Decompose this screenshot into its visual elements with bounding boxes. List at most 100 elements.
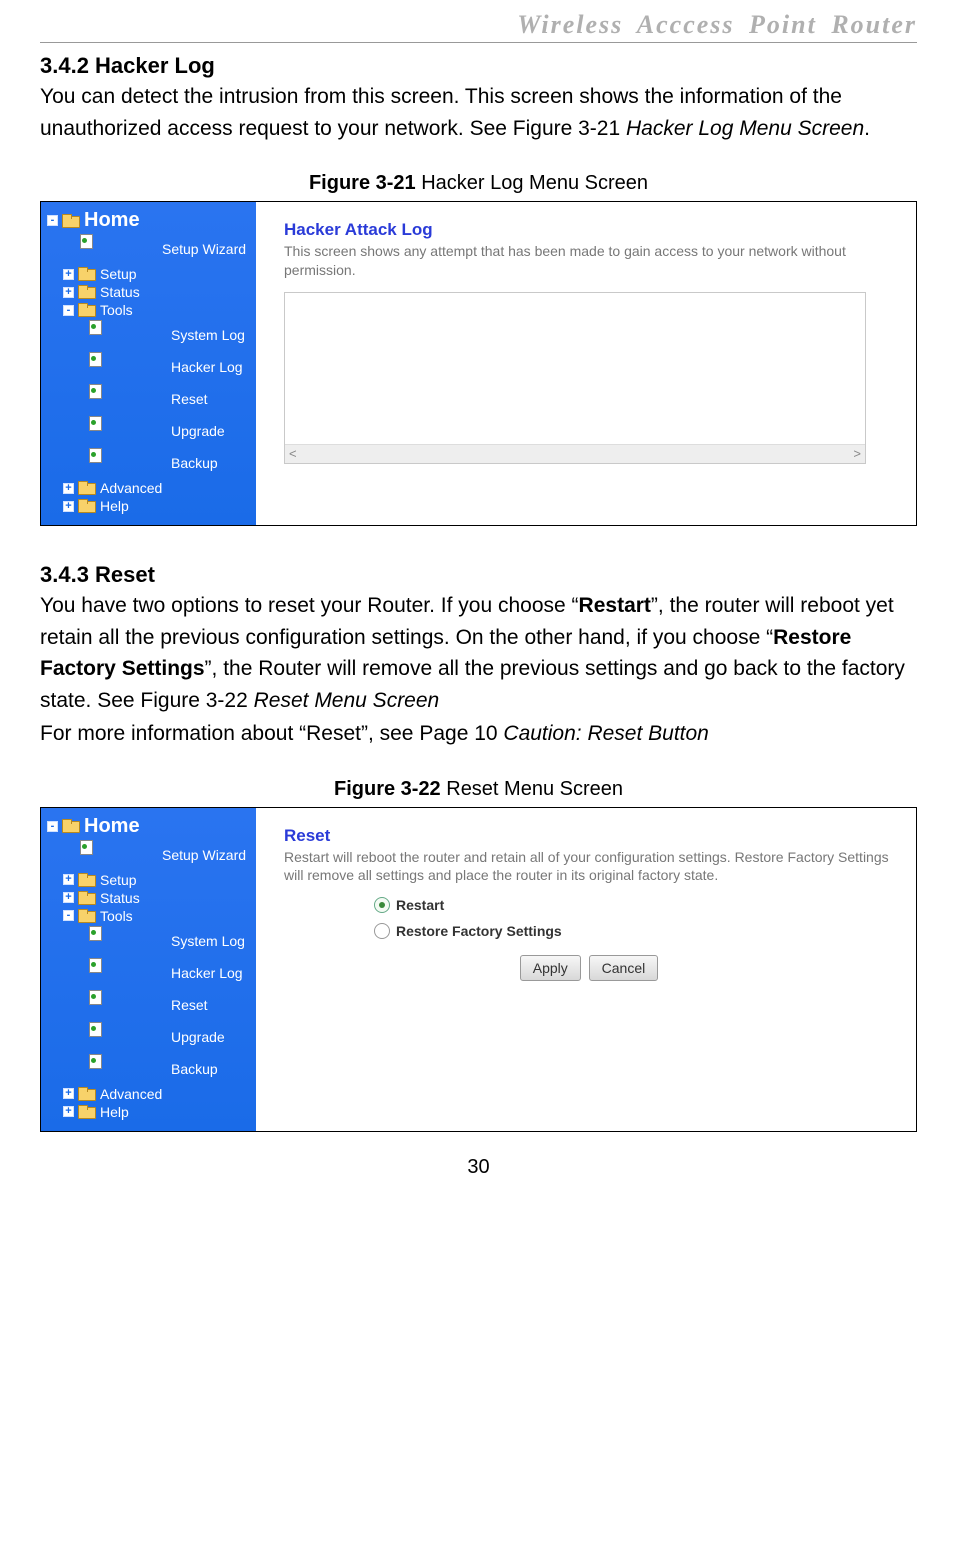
- sidebar-item-advanced[interactable]: + Advanced: [41, 1085, 256, 1103]
- sidebar-item-system-log[interactable]: System Log: [41, 925, 256, 957]
- figure1-sidebar: - Home Setup Wizard + Setup + Status -: [41, 202, 256, 525]
- sidebar-item-backup[interactable]: Backup: [41, 447, 256, 479]
- sidebar-item-advanced[interactable]: + Advanced: [41, 479, 256, 497]
- page-header: Wireless Acccess Point Router: [40, 10, 917, 43]
- sidebar-item-label: Backup: [171, 455, 218, 471]
- figure2-caption: Figure 3-22 Reset Menu Screen: [40, 778, 917, 801]
- folder-icon: [78, 499, 96, 513]
- sidebar-item-reset[interactable]: Reset: [41, 383, 256, 415]
- expand-icon[interactable]: +: [63, 269, 74, 280]
- expand-icon[interactable]: +: [63, 874, 74, 885]
- page-icon: [78, 840, 158, 870]
- sidebar-item-label: Help: [100, 1104, 129, 1120]
- figure1-caption-bold: Figure 3-21: [309, 172, 416, 194]
- sidebar-item-setup[interactable]: + Setup: [41, 871, 256, 889]
- sidebar-item-status[interactable]: + Status: [41, 283, 256, 301]
- sidebar-item-label: Tools: [100, 302, 133, 318]
- page-icon: [87, 990, 167, 1020]
- panel-title: Hacker Attack Log: [284, 220, 894, 240]
- page-icon: [87, 320, 167, 350]
- sidebar-item-upgrade[interactable]: Upgrade: [41, 1021, 256, 1053]
- page-icon: [87, 384, 167, 414]
- radio-unchecked-icon[interactable]: [374, 923, 390, 939]
- sidebar-item-tools[interactable]: - Tools: [41, 301, 256, 319]
- radio-label: Restart: [396, 897, 444, 913]
- sidebar-item-help[interactable]: + Help: [41, 1103, 256, 1121]
- sidebar-item-tools[interactable]: - Tools: [41, 907, 256, 925]
- sidebar-item-setup-wizard[interactable]: Setup Wizard: [41, 839, 256, 871]
- text-italic: Hacker Log Menu Screen: [626, 117, 864, 140]
- expand-icon[interactable]: +: [63, 1088, 74, 1099]
- text-bold: Restart: [579, 594, 651, 617]
- figure2-sidebar: - Home Setup Wizard + Setup + Status -: [41, 808, 256, 1131]
- figure1-screenshot: - Home Setup Wizard + Setup + Status -: [40, 201, 917, 526]
- text: For more information about “Reset”, see …: [40, 722, 503, 745]
- scrollbar[interactable]: < >: [285, 444, 865, 463]
- sidebar-item-upgrade[interactable]: Upgrade: [41, 415, 256, 447]
- expand-icon[interactable]: +: [63, 501, 74, 512]
- collapse-icon[interactable]: -: [63, 910, 74, 921]
- expand-icon[interactable]: +: [63, 892, 74, 903]
- scroll-left-icon[interactable]: <: [289, 446, 297, 461]
- sidebar-item-label: Reset: [171, 997, 208, 1013]
- collapse-icon[interactable]: -: [47, 821, 58, 832]
- collapse-icon[interactable]: -: [47, 215, 58, 226]
- sidebar-item-label: Setup: [100, 266, 137, 282]
- hacker-log-textarea[interactable]: < >: [284, 292, 866, 464]
- sidebar-item-backup[interactable]: Backup: [41, 1053, 256, 1085]
- sidebar-item-label: Status: [100, 284, 140, 300]
- sidebar-item-label: Status: [100, 890, 140, 906]
- radio-checked-icon[interactable]: [374, 897, 390, 913]
- panel-description: This screen shows any attempt that has b…: [284, 242, 894, 280]
- expand-icon[interactable]: +: [63, 287, 74, 298]
- sidebar-item-hacker-log[interactable]: Hacker Log: [41, 957, 256, 989]
- folder-icon: [78, 303, 96, 317]
- section2-paragraph1: You have two options to reset your Route…: [40, 590, 917, 716]
- section2-paragraph2: For more information about “Reset”, see …: [40, 718, 917, 750]
- collapse-icon[interactable]: -: [63, 305, 74, 316]
- sidebar-item-label: System Log: [171, 327, 245, 343]
- expand-icon[interactable]: +: [63, 483, 74, 494]
- sidebar-item-label: Hacker Log: [171, 965, 243, 981]
- figure2-caption-bold: Figure 3-22: [334, 778, 441, 800]
- sidebar-item-label: Advanced: [100, 480, 162, 496]
- section1-paragraph: You can detect the intrusion from this s…: [40, 81, 917, 144]
- sidebar-item-label: Setup: [100, 872, 137, 888]
- button-row: Apply Cancel: [284, 955, 894, 981]
- sidebar-item-status[interactable]: + Status: [41, 889, 256, 907]
- panel-description: Restart will reboot the router and retai…: [284, 848, 894, 886]
- sidebar-item-setup[interactable]: + Setup: [41, 265, 256, 283]
- page-icon: [87, 448, 167, 478]
- expand-icon[interactable]: +: [63, 1106, 74, 1117]
- radio-restore-factory[interactable]: Restore Factory Settings: [374, 923, 894, 939]
- page-icon: [87, 1022, 167, 1052]
- radio-restart[interactable]: Restart: [374, 897, 894, 913]
- section-heading-hacker-log: 3.4.2 Hacker Log: [40, 53, 917, 79]
- apply-button[interactable]: Apply: [520, 955, 581, 981]
- folder-icon: [78, 1105, 96, 1119]
- page-number: 30: [40, 1156, 917, 1179]
- folder-icon: [78, 267, 96, 281]
- sidebar-item-label: Backup: [171, 1061, 218, 1077]
- header-title: Wireless Acccess Point Router: [517, 10, 917, 39]
- folder-icon: [78, 909, 96, 923]
- sidebar-home[interactable]: - Home: [41, 814, 256, 839]
- figure2-screenshot: - Home Setup Wizard + Setup + Status -: [40, 807, 917, 1132]
- panel-title: Reset: [284, 826, 894, 846]
- scroll-right-icon[interactable]: >: [853, 446, 861, 461]
- sidebar-item-label: Upgrade: [171, 423, 225, 439]
- sidebar-item-hacker-log[interactable]: Hacker Log: [41, 351, 256, 383]
- page-icon: [87, 416, 167, 446]
- sidebar-item-help[interactable]: + Help: [41, 497, 256, 515]
- sidebar-item-setup-wizard[interactable]: Setup Wizard: [41, 233, 256, 265]
- sidebar-item-system-log[interactable]: System Log: [41, 319, 256, 351]
- sidebar-item-reset[interactable]: Reset: [41, 989, 256, 1021]
- page-icon: [87, 926, 167, 956]
- folder-icon: [78, 285, 96, 299]
- sidebar-item-label: Upgrade: [171, 1029, 225, 1045]
- figure2-content: Reset Restart will reboot the router and…: [256, 808, 916, 1131]
- folder-icon: [62, 819, 80, 833]
- cancel-button[interactable]: Cancel: [589, 955, 659, 981]
- sidebar-home[interactable]: - Home: [41, 208, 256, 233]
- folder-icon: [78, 481, 96, 495]
